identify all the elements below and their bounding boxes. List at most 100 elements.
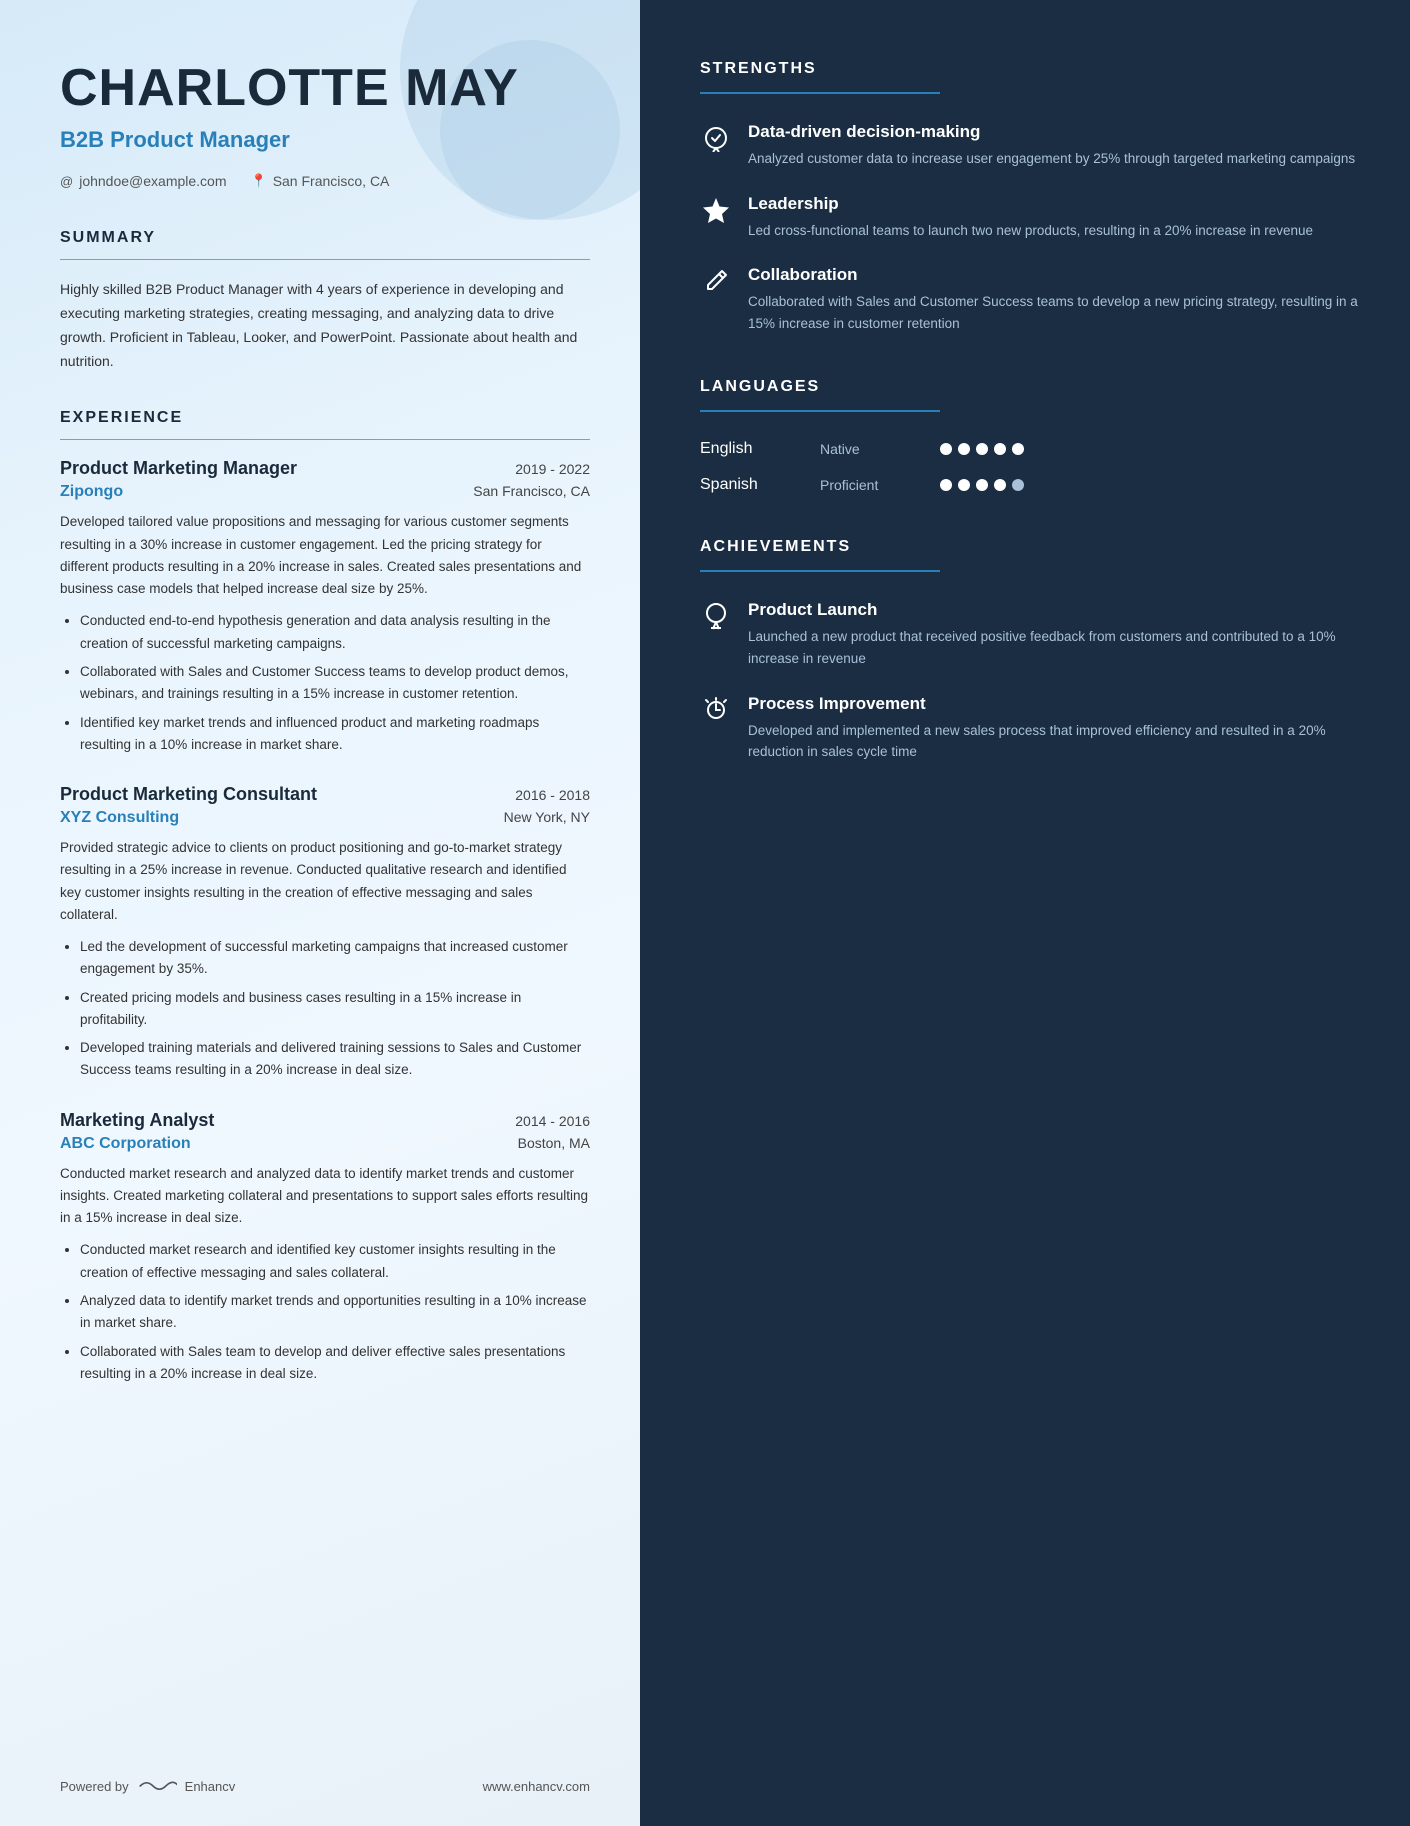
dot [994,443,1006,455]
resume-container: CHARLOTTE MAY B2B Product Manager @ john… [0,0,1410,1826]
strength-2-desc: Led cross-functional teams to launch two… [748,220,1313,242]
location-contact: 📍 San Francisco, CA [251,173,390,189]
job-1-company-line: Zipongo San Francisco, CA [60,483,590,501]
lang-english-name: English [700,440,820,458]
job-3-location: Boston, MA [518,1135,590,1151]
achievement-2: Process Improvement Developed and implem… [700,694,1360,763]
lang-spanish-name: Spanish [700,476,820,494]
email-icon: @ [60,174,73,189]
brand-name: Enhancv [185,1779,236,1794]
summary-divider [60,259,590,260]
summary-text: Highly skilled B2B Product Manager with … [60,278,590,373]
strength-3: Collaboration Collaborated with Sales an… [700,265,1360,334]
job-1-header: Product Marketing Manager 2019 - 2022 [60,458,590,479]
lang-spanish-dots [940,479,1024,491]
job-1-desc: Developed tailored value propositions an… [60,511,590,600]
location-value: San Francisco, CA [273,173,390,189]
strength-2-content: Leadership Led cross-functional teams to… [748,194,1313,242]
strengths-divider [700,92,940,94]
left-footer: Powered by Enhancv www.enhancv.com [60,1776,590,1796]
dot [1012,443,1024,455]
strength-1-title: Data-driven decision-making [748,122,1355,142]
list-item: Collaborated with Sales and Customer Suc… [80,661,590,706]
job-2: Product Marketing Consultant 2016 - 2018… [60,784,590,1082]
language-spanish: Spanish Proficient [700,476,1360,494]
dot [1012,479,1024,491]
lang-spanish-level: Proficient [820,477,940,493]
strength-1: Data-driven decision-making Analyzed cus… [700,122,1360,170]
language-english: English Native [700,440,1360,458]
strength-3-content: Collaboration Collaborated with Sales an… [748,265,1360,334]
strengths-section: STRENGTHS Data-driven decision-making An… [700,60,1360,334]
job-1-location: San Francisco, CA [473,483,590,499]
achievement-1-desc: Launched a new product that received pos… [748,626,1360,669]
list-item: Collaborated with Sales team to develop … [80,1341,590,1386]
achievement-2-title: Process Improvement [748,694,1360,714]
dot [976,443,988,455]
summary-title: SUMMARY [60,229,590,247]
strength-1-desc: Analyzed customer data to increase user … [748,148,1355,170]
job-1-bullets: Conducted end-to-end hypothesis generati… [60,610,590,756]
job-1-company: Zipongo [60,483,123,501]
achievement-2-desc: Developed and implemented a new sales pr… [748,720,1360,763]
job-2-title: Product Marketing Consultant [60,784,317,805]
list-item: Developed training materials and deliver… [80,1037,590,1082]
job-2-dates: 2016 - 2018 [515,787,590,803]
dot [940,479,952,491]
strength-2: Leadership Led cross-functional teams to… [700,194,1360,242]
job-3-header: Marketing Analyst 2014 - 2016 [60,1110,590,1131]
achievement-1-content: Product Launch Launched a new product th… [748,600,1360,669]
achievement-1-title: Product Launch [748,600,1360,620]
candidate-name: CHARLOTTE MAY [60,60,590,117]
job-3-company: ABC Corporation [60,1135,191,1153]
job-3-company-line: ABC Corporation Boston, MA [60,1135,590,1153]
strengths-title: STRENGTHS [700,60,1360,78]
job-2-company: XYZ Consulting [60,809,179,827]
experience-title: EXPERIENCE [60,409,590,427]
job-3-bullets: Conducted market research and identified… [60,1239,590,1385]
email-contact: @ johndoe@example.com [60,173,227,189]
job-2-desc: Provided strategic advice to clients on … [60,837,590,926]
strength-3-icon [700,267,732,299]
job-2-location: New York, NY [504,809,590,825]
lang-english-level: Native [820,441,940,457]
location-icon: 📍 [251,173,267,189]
achievements-section: ACHIEVEMENTS Product Launch Launched a n… [700,538,1360,762]
languages-title: LANGUAGES [700,378,1360,396]
strength-1-icon [700,124,732,156]
experience-section: EXPERIENCE Product Marketing Manager 201… [60,409,590,1385]
job-3-title: Marketing Analyst [60,1110,214,1131]
job-1: Product Marketing Manager 2019 - 2022 Zi… [60,458,590,756]
strength-2-title: Leadership [748,194,1313,214]
job-3-desc: Conducted market research and analyzed d… [60,1163,590,1230]
strength-3-desc: Collaborated with Sales and Customer Suc… [748,291,1360,334]
experience-divider [60,439,590,440]
list-item: Led the development of successful market… [80,936,590,981]
footer-website: www.enhancv.com [483,1779,590,1794]
candidate-title: B2B Product Manager [60,127,590,153]
list-item: Conducted end-to-end hypothesis generati… [80,610,590,655]
email-value: johndoe@example.com [79,173,226,189]
list-item: Created pricing models and business case… [80,987,590,1032]
achievement-1-icon [700,602,732,634]
list-item: Analyzed data to identify market trends … [80,1290,590,1335]
dot [958,443,970,455]
left-column: CHARLOTTE MAY B2B Product Manager @ john… [0,0,640,1826]
job-2-company-line: XYZ Consulting New York, NY [60,809,590,827]
job-2-bullets: Led the development of successful market… [60,936,590,1082]
job-3-dates: 2014 - 2016 [515,1113,590,1129]
summary-section: SUMMARY Highly skilled B2B Product Manag… [60,229,590,373]
languages-section: LANGUAGES English Native Spanish Profici… [700,378,1360,494]
languages-divider [700,410,940,412]
job-2-header: Product Marketing Consultant 2016 - 2018 [60,784,590,805]
strength-3-title: Collaboration [748,265,1360,285]
strength-2-icon [700,196,732,228]
dot [940,443,952,455]
achievement-1: Product Launch Launched a new product th… [700,600,1360,669]
achievements-title: ACHIEVEMENTS [700,538,1360,556]
job-1-dates: 2019 - 2022 [515,461,590,477]
lang-english-dots [940,443,1024,455]
enhancv-logo-icon [137,1776,177,1796]
footer-logo: Powered by Enhancv [60,1776,235,1796]
dot [958,479,970,491]
